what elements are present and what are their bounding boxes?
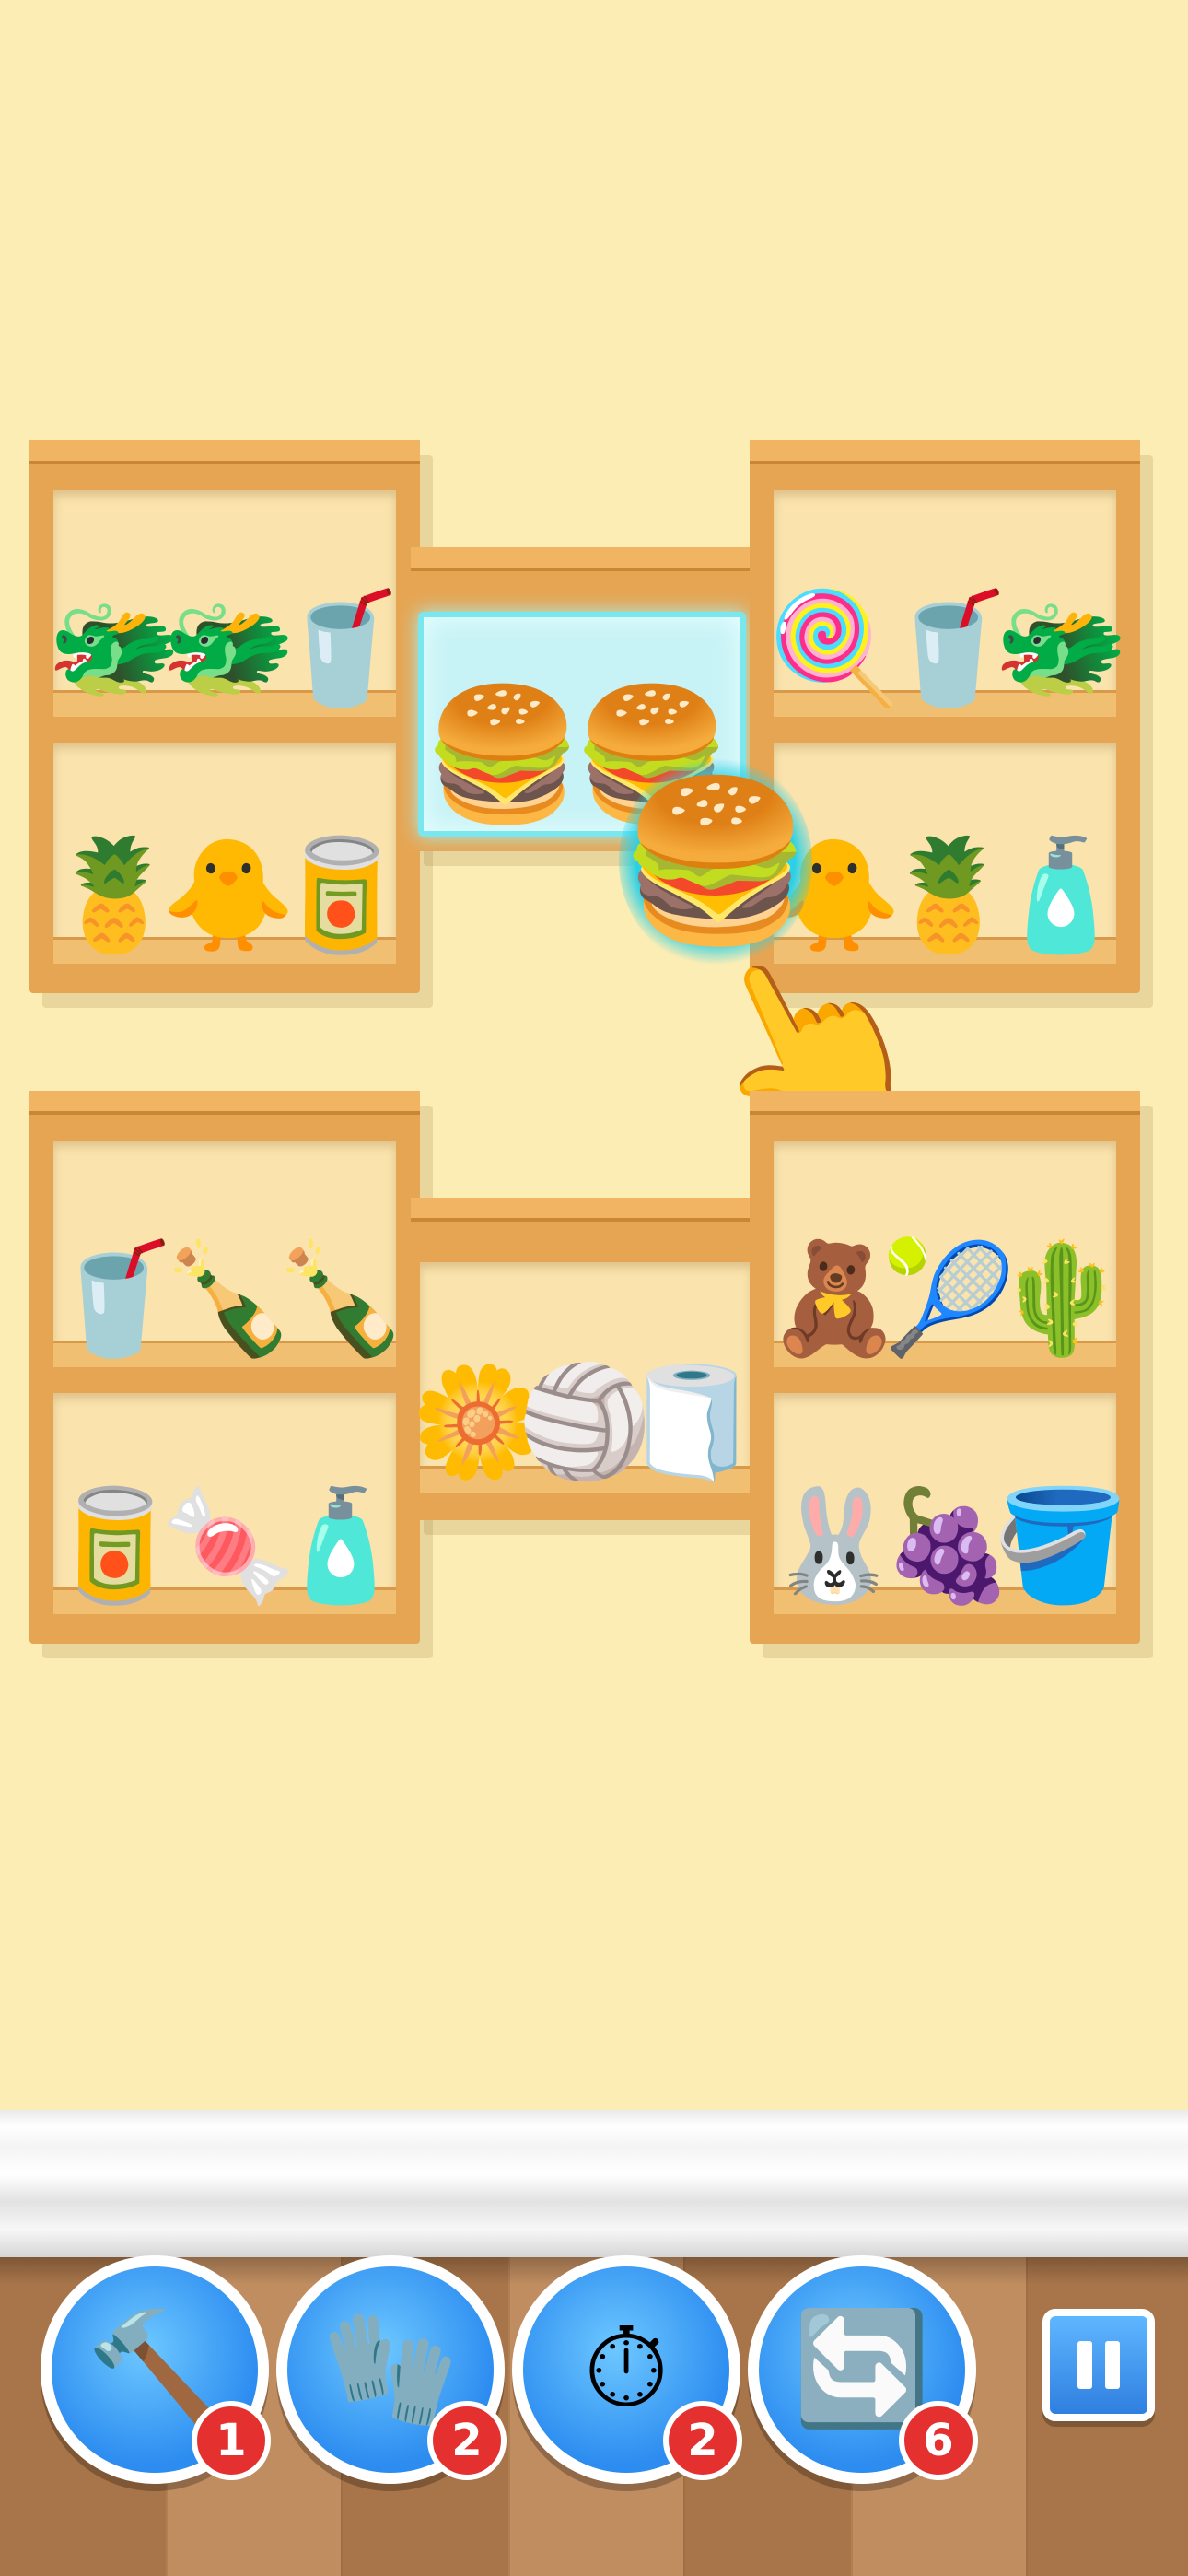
burger-item[interactable]: 🍔 [423,691,583,820]
spray-bottle-item[interactable]: 🧴 [994,840,1129,949]
detergent-bottle-item[interactable]: 🧴 [274,1491,409,1599]
shelf-bottom-left: 🥤 🍾 🍾 🥫 🍬 🧴 [29,1091,420,1644]
soda-bottle-item[interactable]: 🍾 [274,1244,409,1352]
shuffle-booster-button[interactable]: 🔄 6 [748,2255,978,2484]
shelf-cell: 🐰 🍇 🪣 [767,1393,1128,1614]
shelf-cell: 🥫 🍬 🧴 [47,1393,408,1614]
shelf-cell: 🍭 🥤 🐲 [767,490,1128,717]
shelf-cell: 🥤 🍾 🍾 [47,1141,408,1367]
yellow-jar-item[interactable]: 🥫 [274,840,409,949]
wall-molding [0,2110,1188,2257]
shelf-bottom-middle: 🌼 🏐 🧻 [411,1198,761,1520]
shelf-cell: 🌼 🏐 🧻 [411,1262,759,1493]
shuffle-count-badge: 6 [899,2401,978,2480]
freeze-booster-button[interactable]: ⏱ 2 [512,2255,742,2484]
glove-count-badge: 2 [427,2401,507,2480]
freeze-timer-icon: ⏱ [583,2305,670,2433]
glove-booster-button[interactable]: 🧤 2 [276,2255,507,2484]
dragon-toy-item[interactable]: 🐲 [994,593,1129,702]
hammer-booster-button[interactable]: 🔨 1 [41,2255,271,2484]
wall-background [0,0,1188,2110]
shelf-cell: 🧸 🎾 🌵 [767,1141,1128,1367]
shelf-top-left: 🐲 🐲 🥤 🍍 🐥 🥫 [29,440,420,993]
pause-button[interactable] [1042,2309,1155,2421]
tissue-box-item[interactable]: 🧻 [624,1367,760,1476]
coffee-cup-item[interactable]: 🥤 [274,593,409,702]
pause-icon [1077,2341,1092,2389]
freeze-count-badge: 2 [663,2401,742,2480]
toy-shovel-item[interactable]: 🪣 [994,1491,1129,1599]
hammer-count-badge: 1 [192,2401,271,2480]
shelf-bottom-right: 🧸 🎾 🌵 🐰 🍇 🪣 [750,1091,1140,1644]
shelf-cell: 🍍 🐥 🥫 [47,743,408,964]
shelf-cell: 🐲 🐲 🥤 [47,490,408,717]
cactus-item[interactable]: 🌵 [994,1244,1129,1352]
dragged-burger-item[interactable]: 🍔 [618,755,813,967]
